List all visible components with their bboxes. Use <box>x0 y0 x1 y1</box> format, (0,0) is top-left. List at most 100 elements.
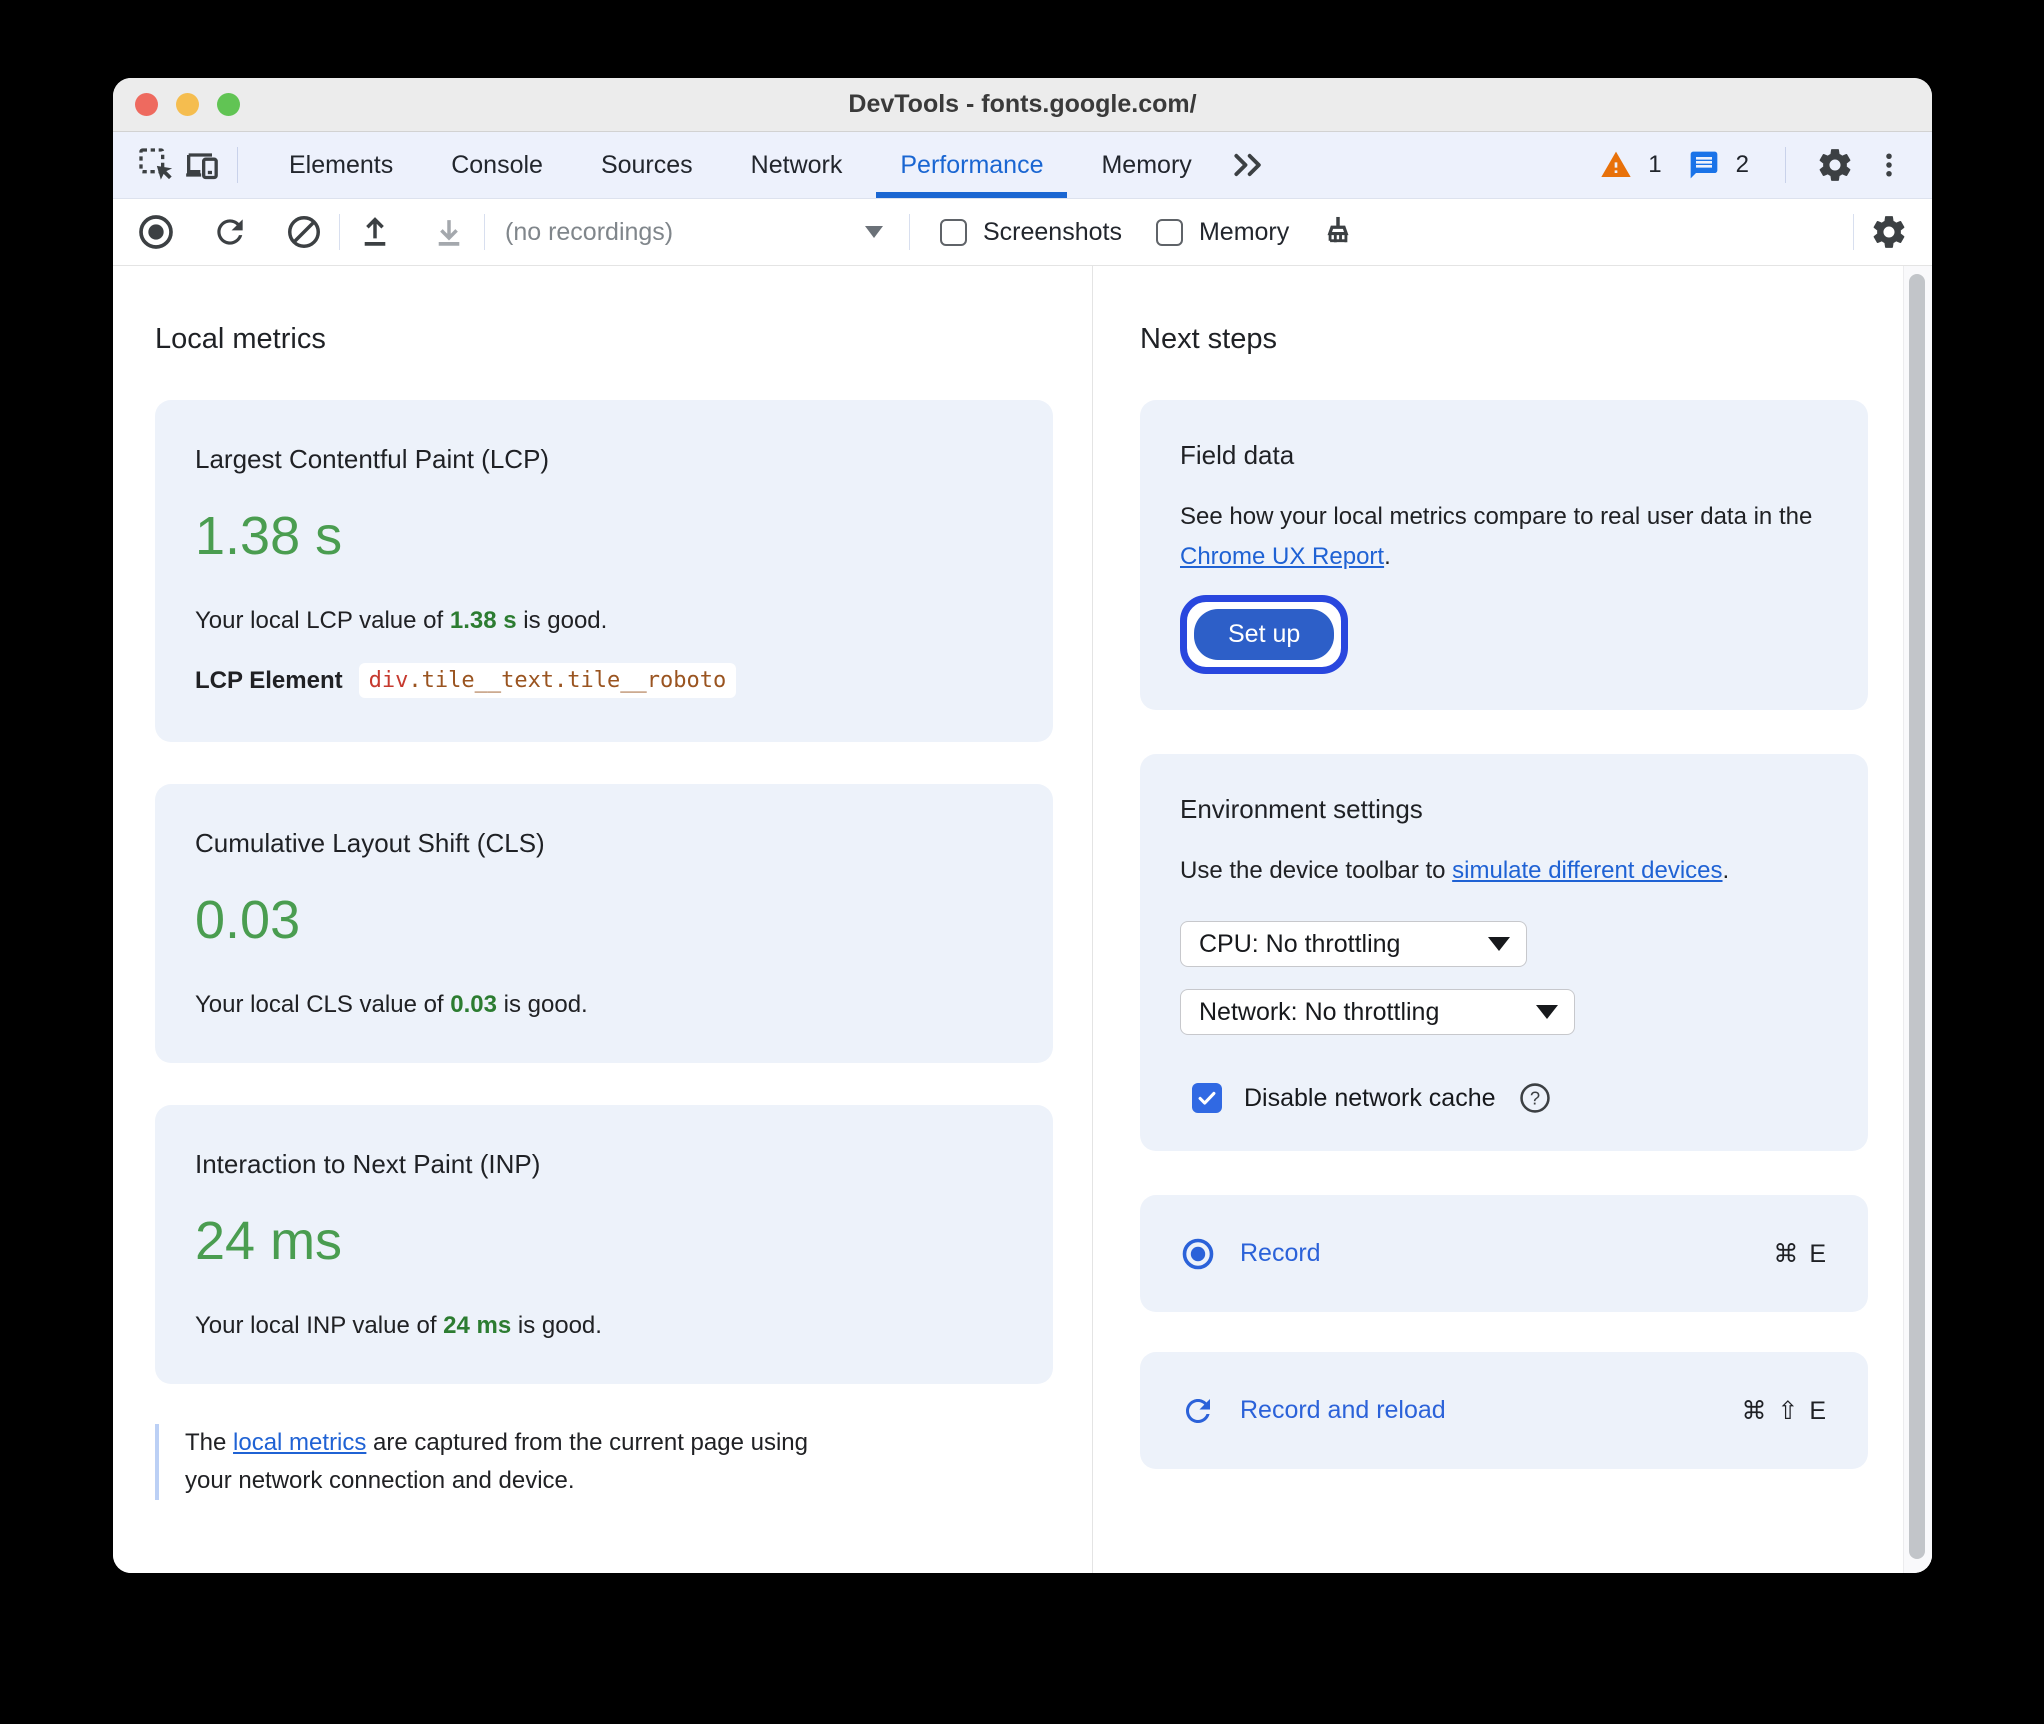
tab-performance[interactable]: Performance <box>871 132 1072 198</box>
cls-inline-value: 0.03 <box>450 991 497 1018</box>
help-icon[interactable]: ? <box>1518 1081 1552 1115</box>
screenshots-checkbox-row[interactable]: Screenshots <box>940 218 1122 247</box>
record-reload-action-card[interactable]: Record and reload ⌘ ⇧ E <box>1140 1352 1868 1469</box>
next-steps-column: Next steps Field data See how your local… <box>1140 266 1868 1469</box>
record-action-label[interactable]: Record <box>1240 1239 1321 1268</box>
chevron-down-icon <box>1488 937 1510 951</box>
inp-card: Interaction to Next Paint (INP) 24 ms Yo… <box>155 1105 1053 1384</box>
kebab-menu-icon[interactable] <box>1872 142 1906 188</box>
lcp-element-row: LCP Element div.tile__text.tile__roboto <box>195 663 1013 698</box>
performance-toolbar: (no recordings) Screenshots Memory <box>113 199 1932 266</box>
chevron-down-icon <box>865 226 883 238</box>
tabbar-separator <box>237 147 238 183</box>
panel-tabs: Elements Console Sources Network Perform… <box>260 132 1275 198</box>
scrollbar-thumb[interactable] <box>1909 274 1925 1559</box>
local-metrics-footnote: The local metrics are captured from the … <box>155 1424 857 1500</box>
inp-inline-value: 24 ms <box>443 1312 512 1339</box>
inp-card-title: Interaction to Next Paint (INP) <box>195 1149 541 1179</box>
settings-gear-icon[interactable] <box>1812 142 1858 188</box>
memory-checkbox-row[interactable]: Memory <box>1155 217 1290 247</box>
panel-content: Local metrics Largest Contentful Paint (… <box>113 266 1932 1573</box>
tab-network[interactable]: Network <box>722 132 872 198</box>
cls-card: Cumulative Layout Shift (CLS) 0.03 Your … <box>155 784 1053 1063</box>
record-icon[interactable] <box>133 209 179 255</box>
issues-count: 2 <box>1735 151 1749 178</box>
download-profile-icon[interactable] <box>426 209 472 255</box>
tab-elements[interactable]: Elements <box>260 132 422 198</box>
recordings-placeholder: (no recordings) <box>505 217 674 246</box>
record-shortcut: ⌘ E <box>1773 1239 1828 1268</box>
local-metrics-heading: Local metrics <box>155 323 326 355</box>
warnings-icon[interactable] <box>1598 142 1634 188</box>
tabbar-right-controls: 1 2 <box>1598 142 1906 188</box>
lcp-element-label: LCP Element <box>195 666 343 694</box>
simulate-devices-link[interactable]: simulate different devices <box>1452 857 1722 884</box>
lcp-card-title: Largest Contentful Paint (LCP) <box>195 444 550 474</box>
upload-profile-icon[interactable] <box>352 209 398 255</box>
local-metrics-column: Local metrics Largest Contentful Paint (… <box>155 266 1053 1500</box>
record-reload-shortcut: ⌘ ⇧ E <box>1741 1396 1828 1425</box>
inp-sentence: Your local INP value of 24 ms is good. <box>195 1312 602 1339</box>
memory-label: Memory <box>1198 217 1290 246</box>
record-and-reload-icon[interactable] <box>207 209 253 255</box>
record-and-reload-icon <box>1186 1398 1210 1423</box>
record-icon <box>1182 1238 1214 1269</box>
panel-settings-gear-icon[interactable] <box>1866 209 1912 255</box>
field-data-body: See how your local metrics compare to re… <box>1180 503 1813 570</box>
field-data-card: Field data See how your local metrics co… <box>1140 400 1868 710</box>
window-title: DevTools - fonts.google.com/ <box>848 90 1197 118</box>
recordings-select[interactable]: (no recordings) <box>497 218 897 247</box>
record-action-card[interactable]: Record ⌘ E <box>1140 1195 1868 1312</box>
field-data-title: Field data <box>1180 440 1295 470</box>
lcp-element-selector[interactable]: div.tile__text.tile__roboto <box>358 663 737 698</box>
next-steps-heading: Next steps <box>1140 323 1277 355</box>
disable-cache-label: Disable network cache <box>1244 1083 1496 1112</box>
tab-console[interactable]: Console <box>422 132 572 198</box>
toolbar-separator-3 <box>909 214 910 250</box>
warning-count: 1 <box>1648 151 1662 178</box>
svg-text:?: ? <box>1529 1087 1539 1108</box>
tabbar-right-separator <box>1785 147 1786 183</box>
cpu-throttling-select[interactable]: CPU: No throttling <box>1180 921 1527 967</box>
tab-sources[interactable]: Sources <box>572 132 722 198</box>
scrollbar-track[interactable] <box>1903 266 1932 1573</box>
memory-checkbox[interactable] <box>1155 218 1183 246</box>
column-divider <box>1092 266 1093 1573</box>
environment-settings-title: Environment settings <box>1180 794 1423 824</box>
environment-settings-body: Use the device toolbar to simulate diffe… <box>1180 857 1730 884</box>
setup-button-focus-ring: Set up <box>1180 595 1349 674</box>
close-window-button[interactable] <box>135 93 158 116</box>
tab-memory[interactable]: Memory <box>1072 132 1220 198</box>
disable-cache-checkbox[interactable] <box>1192 1083 1222 1113</box>
cls-card-title: Cumulative Layout Shift (CLS) <box>195 828 545 858</box>
inp-value: 24 ms <box>195 1211 343 1271</box>
devtools-window: DevTools - fonts.google.com/ Elements Co… <box>113 78 1932 1573</box>
device-toolbar-icon[interactable] <box>179 142 225 188</box>
chevron-down-icon <box>1536 1005 1558 1019</box>
network-throttling-select[interactable]: Network: No throttling <box>1180 989 1575 1035</box>
toolbar-separator-4 <box>1853 214 1854 250</box>
more-tabs-chevron-icon[interactable] <box>1221 132 1275 198</box>
zoom-window-button[interactable] <box>217 93 240 116</box>
minimize-window-button[interactable] <box>176 93 199 116</box>
issues-icon[interactable] <box>1686 142 1722 188</box>
devtools-tabbar: Elements Console Sources Network Perform… <box>113 132 1932 199</box>
cls-value: 0.03 <box>195 890 301 950</box>
record-reload-action-label[interactable]: Record and reload <box>1240 1396 1446 1425</box>
gc-broom-icon[interactable] <box>1315 209 1361 255</box>
local-metrics-link[interactable]: local metrics <box>233 1429 366 1456</box>
crux-report-link[interactable]: Chrome UX Report <box>1180 543 1384 570</box>
disable-cache-row: Disable network cache ? <box>1180 1081 1828 1115</box>
toolbar-separator-1 <box>339 214 340 250</box>
clear-icon[interactable] <box>281 209 327 255</box>
toolbar-separator-2 <box>484 214 485 250</box>
lcp-inline-value: 1.38 s <box>449 607 517 634</box>
lcp-card: Largest Contentful Paint (LCP) 1.38 s Yo… <box>155 400 1053 742</box>
traffic-lights <box>135 78 240 131</box>
cls-sentence: Your local CLS value of 0.03 is good. <box>195 991 588 1018</box>
inspect-element-icon[interactable] <box>133 142 179 188</box>
setup-button[interactable]: Set up <box>1194 609 1335 660</box>
screenshots-checkbox[interactable] <box>940 218 967 246</box>
titlebar: DevTools - fonts.google.com/ <box>113 78 1932 132</box>
lcp-sentence: Your local LCP value of 1.38 s is good. <box>195 607 608 634</box>
